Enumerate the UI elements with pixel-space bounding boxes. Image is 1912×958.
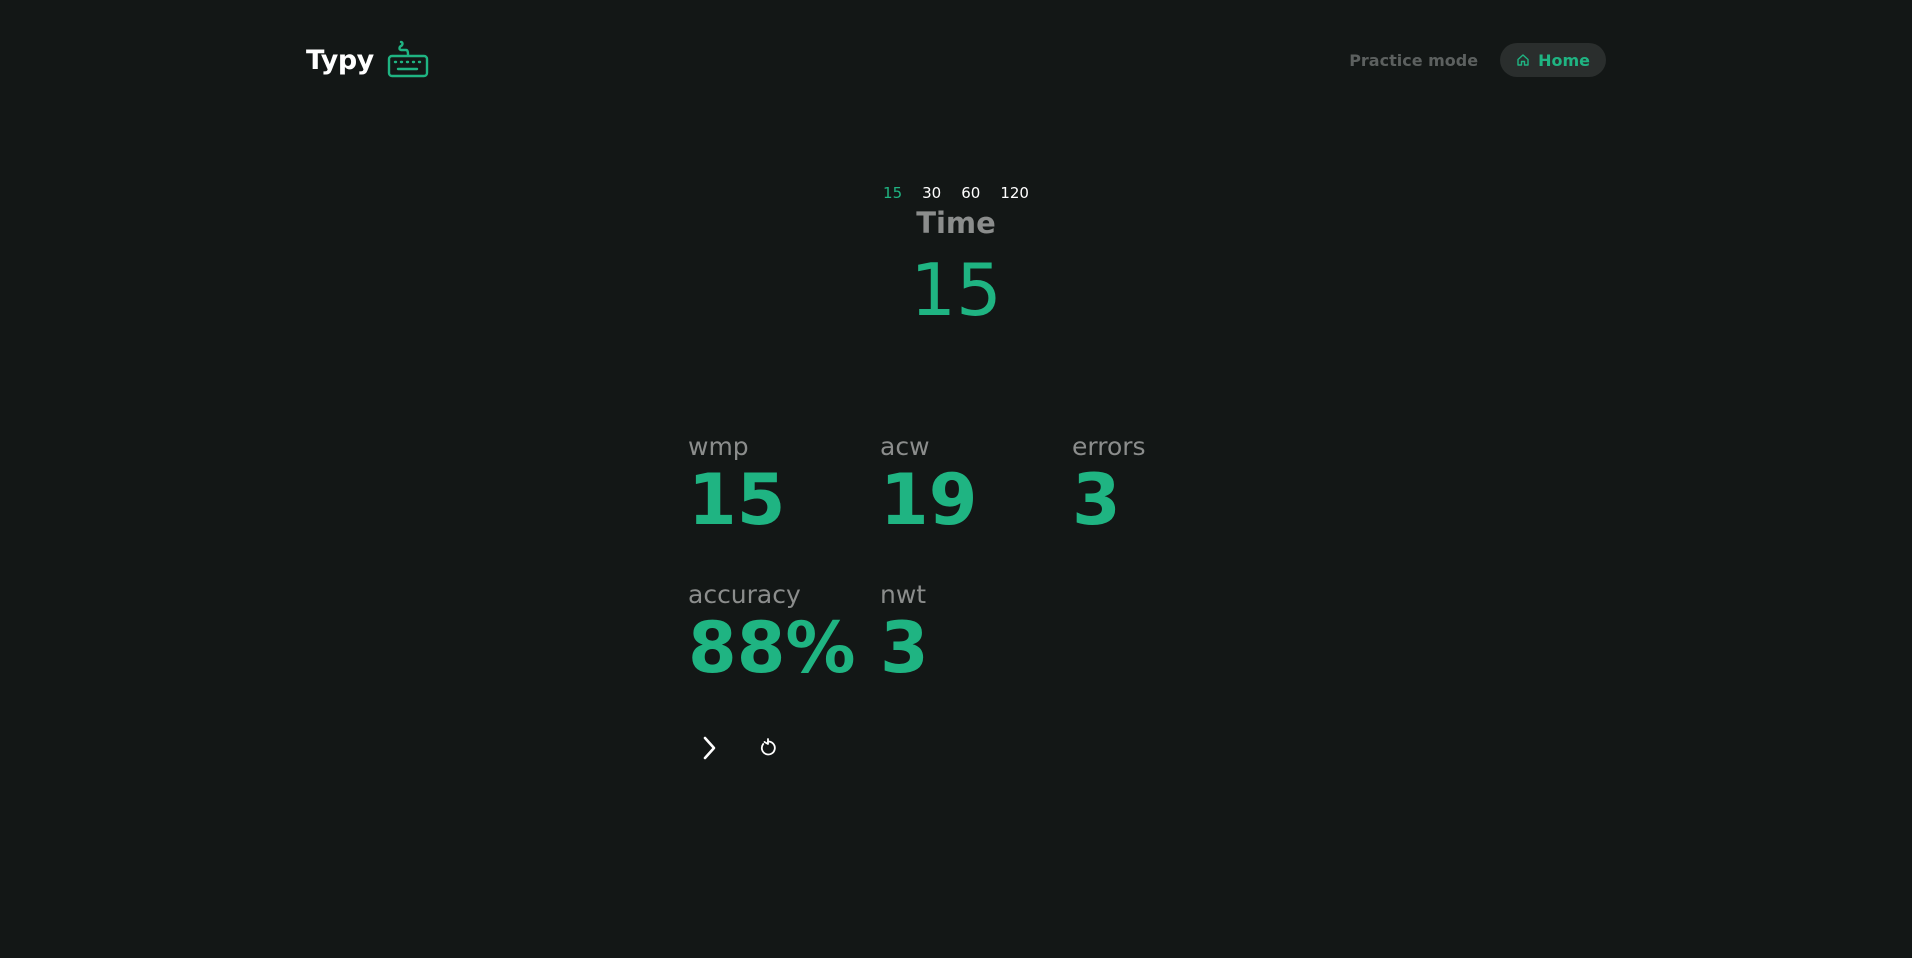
stat-label: nwt — [880, 580, 927, 609]
brand-logo[interactable]: Typy — [306, 38, 430, 82]
stat-nwt: nwt 3 — [880, 581, 1060, 683]
stat-wmp: wmp 15 — [688, 433, 868, 535]
stat-errors: errors 3 — [1072, 433, 1252, 535]
brand-name: Typy — [306, 44, 374, 76]
stat-label: wmp — [688, 432, 749, 461]
restart-button[interactable] — [750, 730, 786, 766]
stat-acw: acw 19 — [880, 433, 1060, 535]
stat-label: accuracy — [688, 580, 801, 609]
stat-value: 88% — [688, 606, 856, 689]
chevron-right-icon — [703, 736, 716, 760]
time-option-120[interactable]: 120 — [1000, 184, 1029, 202]
restart-icon — [760, 738, 776, 756]
time-label: Time — [916, 206, 996, 240]
stat-value: 19 — [880, 458, 978, 541]
nav-home-label: Home — [1538, 50, 1590, 70]
stat-label: acw — [880, 432, 930, 461]
time-option-30[interactable]: 30 — [922, 184, 941, 202]
stat-value: 3 — [1072, 458, 1121, 541]
next-button[interactable] — [691, 730, 727, 766]
app-page: Typy Practice mode Home 15 30 60 120 Tim… — [0, 0, 1912, 958]
top-nav: Practice mode Home — [1347, 43, 1606, 78]
time-options: 15 30 60 120 — [0, 184, 1912, 202]
stat-label: errors — [1072, 432, 1146, 461]
nav-practice-mode[interactable]: Practice mode — [1347, 43, 1480, 78]
keyboard-icon — [387, 40, 428, 78]
stat-accuracy: accuracy 88% — [688, 581, 878, 683]
time-option-15[interactable]: 15 — [883, 184, 902, 202]
nav-home-button[interactable]: Home — [1500, 43, 1606, 77]
stat-value: 3 — [880, 606, 929, 689]
time-value: 15 — [910, 248, 1002, 332]
home-icon — [1517, 54, 1529, 66]
header: Typy Practice mode Home — [306, 36, 1606, 84]
stat-value: 15 — [688, 458, 786, 541]
time-option-60[interactable]: 60 — [961, 184, 980, 202]
